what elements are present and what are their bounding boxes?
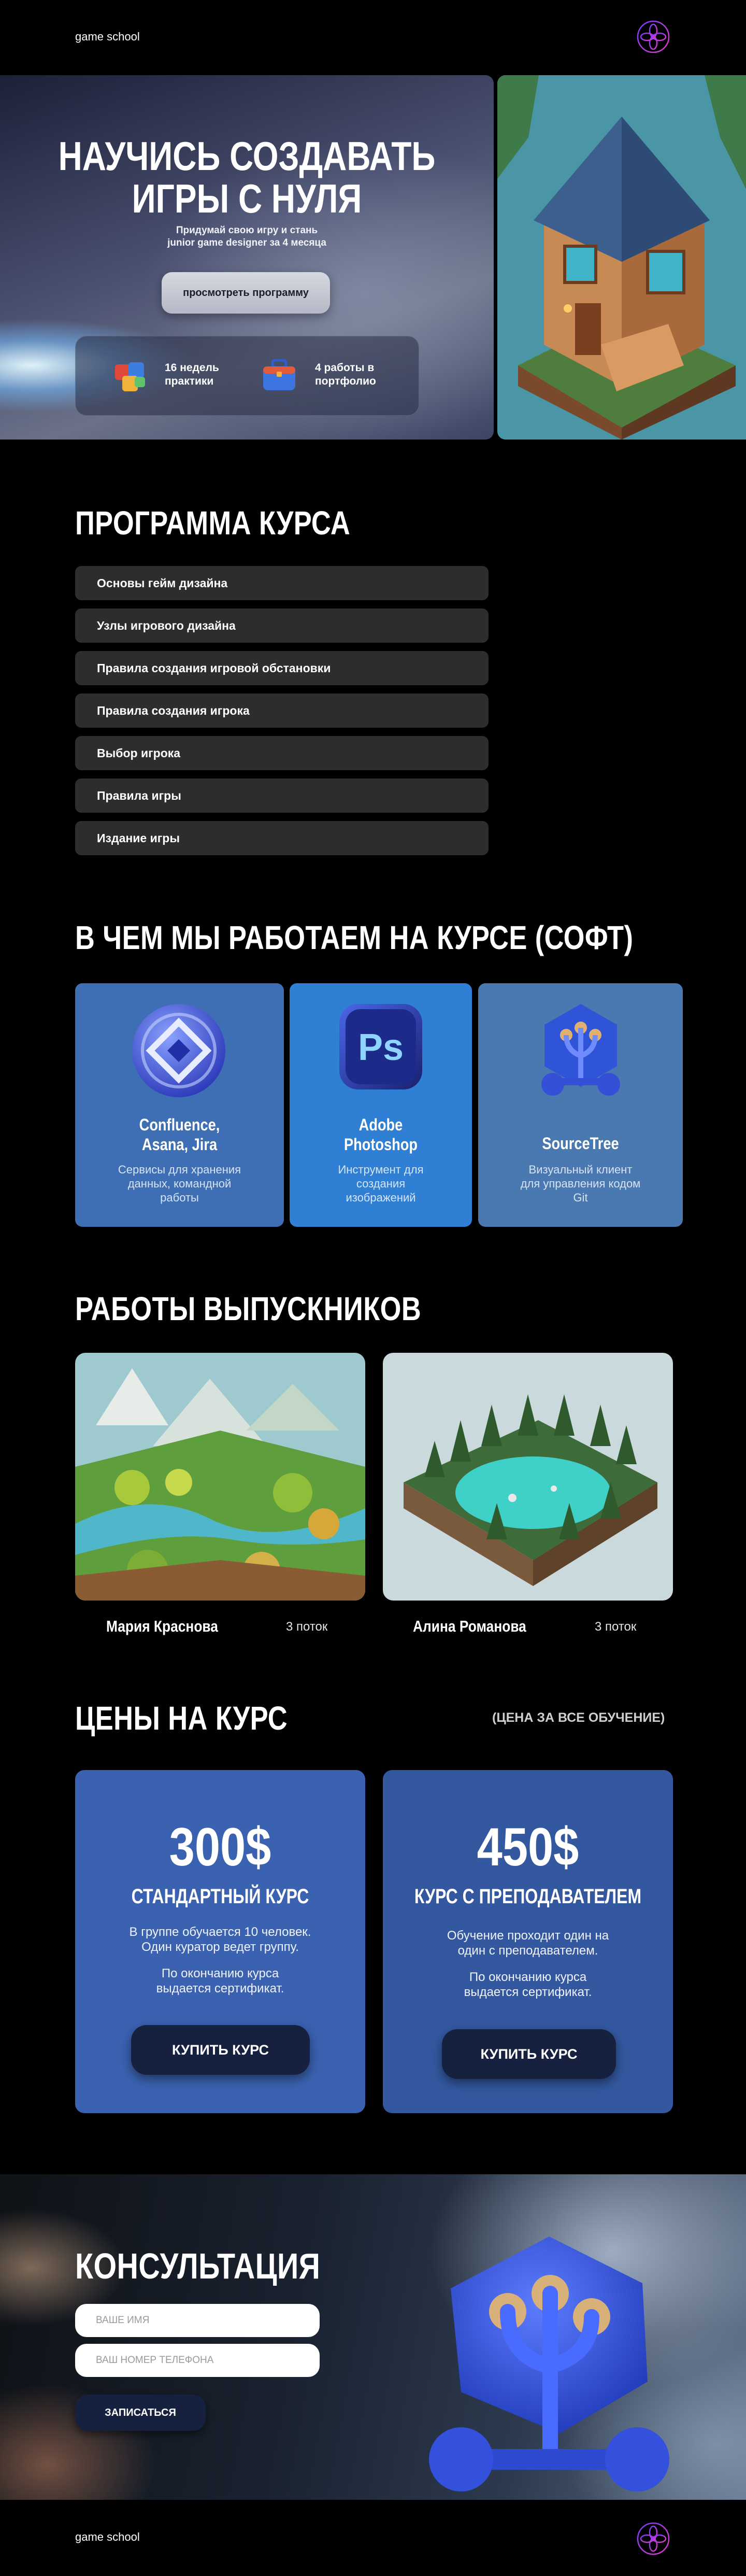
phone-input[interactable] [75,2344,320,2377]
name-input[interactable] [75,2304,320,2337]
graduates-title: РАБОТЫ ВЫПУСКНИКОВ [75,1290,422,1327]
price-card-teacher: 450$ КУРС С ПРЕПОДАВАТЕЛЕМ Обучение прох… [383,1770,673,2113]
program-item[interactable]: Узлы игрового дизайна [75,608,489,643]
consultation-title: КОНСУЛЬТАЦИЯ [75,2246,321,2286]
graduate-stream: 3 поток [595,1620,637,1634]
briefcase-icon [257,353,302,398]
graduate-name: Алина Романова [413,1617,526,1635]
hero-panel: НАУЧИСЬ СОЗДАВАТЬ ИГРЫ С НУЛЯ Придумай с… [0,75,494,440]
sourcetree-3d-icon [404,2226,694,2496]
buy-course-button[interactable]: КУПИТЬ КУРС [442,2029,616,2079]
graduate-stream: 3 поток [286,1620,328,1634]
consultation-section [0,2174,746,2500]
program-item[interactable]: Основы гейм дизайна [75,566,489,600]
puzzle-cube-icon [108,353,152,398]
soft-card-name: Adobe Photoshop [343,1115,418,1154]
footer-logo-icon[interactable] [635,2520,672,2557]
prices-note: (ЦЕНА ЗА ВСЕ ОБУЧЕНИЕ) [492,1710,665,1725]
footer-brand-name[interactable]: game school [75,2530,140,2544]
photoshop-icon: Ps [334,999,427,1097]
price-description: В группе обучается 10 человек. Один кура… [129,1925,311,1954]
view-program-button[interactable]: просмотреть программу [162,272,330,314]
brand-name[interactable]: game school [75,30,140,44]
graduate-work-image[interactable] [383,1353,673,1601]
hero-subtitle: Придумай свою игру и стань junior game d… [167,225,326,248]
soft-card-desc: Инструмент для создания изображений [338,1163,424,1204]
stats-box: 16 недель практики 4 работы в портфолио [75,336,419,416]
program-item[interactable]: Правила игры [75,779,489,813]
program-item[interactable]: Выбор игрока [75,736,489,770]
graduate-work-image[interactable] [75,1353,365,1601]
price-value: 450$ [477,1817,579,1877]
price-description: Обучение проходит один на один с препода… [447,1929,609,1958]
confluence-icon [127,999,231,1102]
sourcetree-icon [534,999,627,1102]
price-certificate-note: По окончанию курса выдается сертификат. [464,1970,592,1999]
soft-card-photoshop[interactable]: Ps Adobe Photoshop Инструмент для создан… [290,983,472,1227]
hero-house-image [497,75,746,440]
stat-weeks: 16 недель практики [165,362,219,387]
program-item[interactable]: Правила создания игровой обстановки [75,651,489,685]
prices-title: ЦЕНЫ НА КУРС [75,1700,288,1737]
soft-card-desc: Визуальный клиент для управления кодом G… [520,1163,641,1204]
program-item[interactable]: Издание игры [75,821,489,855]
price-plan-name: КУРС С ПРЕПОДАВАТЕЛЕМ [414,1885,642,1908]
buy-course-button[interactable]: КУПИТЬ КУРС [131,2025,310,2075]
price-plan-name: СТАНДАРТНЫЙ КУРС [131,1885,309,1908]
hero-title: НАУЧИСЬ СОЗДАВАТЬ ИГРЫ С НУЛЯ [58,133,436,221]
program-title: ПРОГРАММА КУРСА [75,504,351,542]
price-card-standard: 300$ СТАНДАРТНЫЙ КУРС В группе обучается… [75,1770,365,2113]
soft-title: В ЧЕМ МЫ РАБОТАЕМ НА КУРСЕ (СОФТ) [75,919,634,956]
svg-text:Ps: Ps [358,1027,404,1068]
soft-card-name: Confluence, Asana, Jira [139,1115,220,1154]
soft-card-sourcetree[interactable]: SourceTree Визуальный клиент для управле… [478,983,683,1227]
stat-portfolio: 4 работы в портфолио [315,362,376,387]
soft-card-name: SourceTree [542,1134,619,1153]
logo-icon[interactable] [635,18,672,55]
graduate-name: Мария Краснова [106,1617,218,1635]
soft-card-desc: Сервисы для хранения данных, командной р… [118,1163,241,1204]
program-item[interactable]: Правила создания игрока [75,693,489,728]
soft-card-confluence[interactable]: Confluence, Asana, Jira Сервисы для хран… [75,983,284,1227]
signup-button[interactable]: ЗАПИСАТЬСЯ [75,2395,206,2431]
price-certificate-note: По окончанию курса выдается сертификат. [156,1966,284,1995]
price-value: 300$ [169,1817,271,1877]
